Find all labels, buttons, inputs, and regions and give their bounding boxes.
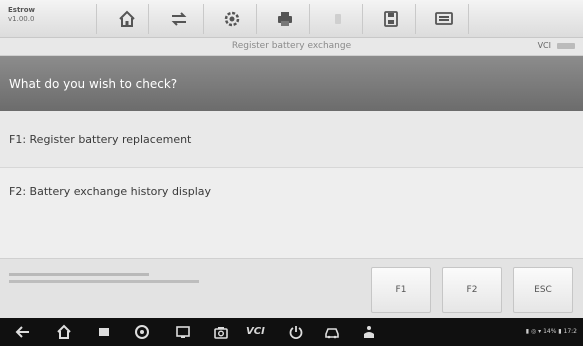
remote-desk-button[interactable]	[360, 323, 378, 341]
f2-button[interactable]: F2	[442, 267, 502, 313]
toolbar-divider	[203, 4, 204, 34]
back-button[interactable]	[14, 323, 32, 341]
vci-signal-icon	[557, 42, 575, 49]
toolbar-divider	[362, 4, 363, 34]
save-icon	[384, 11, 398, 27]
screenshot-button[interactable]	[174, 323, 192, 341]
option-label: F1: Register battery replacement	[9, 133, 192, 146]
brand: Estrow v1.00.0	[8, 6, 35, 24]
vci-shortcut[interactable]: VCI	[246, 326, 265, 337]
vehicle-info	[9, 273, 199, 283]
back-icon	[15, 326, 29, 338]
function-key-bar: F1 F2 ESC	[0, 258, 583, 318]
car-icon	[325, 328, 339, 339]
top-toolbar: Estrow v1.00.0	[0, 0, 583, 38]
print-icon	[278, 12, 292, 26]
car-button[interactable]	[323, 323, 341, 341]
toolbar-divider	[415, 4, 416, 34]
data-logging-icon	[435, 12, 453, 25]
camera-button[interactable]	[212, 323, 230, 341]
recent-apps-icon	[99, 328, 109, 336]
camera-icon	[214, 327, 228, 339]
f1-button[interactable]: F1	[371, 267, 431, 313]
vci-label: VCI	[537, 41, 551, 50]
save-button[interactable]	[372, 2, 410, 36]
recent-apps-button[interactable]	[95, 323, 113, 341]
brand-version: v1.00.0	[8, 15, 35, 23]
toolbar-divider	[96, 4, 97, 34]
settings-icon	[224, 11, 240, 27]
page-title: Register battery exchange	[231, 41, 352, 51]
settings-button[interactable]	[213, 2, 251, 36]
question-text: What do you wish to check?	[9, 77, 178, 91]
toolbar-divider	[148, 4, 149, 34]
data-logging-button[interactable]	[425, 2, 463, 36]
browser-button[interactable]	[133, 323, 151, 341]
toolbar-divider	[256, 4, 257, 34]
toolbar-divider	[468, 4, 469, 34]
power-icon	[289, 326, 303, 339]
screenshot-icon	[176, 326, 190, 338]
title-bar: Register battery exchange VCI	[0, 38, 583, 56]
vci-status: VCI	[538, 41, 575, 50]
home-button[interactable]	[108, 2, 146, 36]
system-nav-bar: VCI ▮ ◎ ▾ 14% ▮ 17:2	[0, 318, 583, 346]
power-button[interactable]	[287, 323, 305, 341]
option-label: F2: Battery exchange history display	[9, 185, 211, 198]
option-register-battery-replacement[interactable]: F1: Register battery replacement	[0, 111, 583, 168]
help-button[interactable]	[319, 2, 357, 36]
home-icon	[119, 10, 135, 27]
question-header: What do you wish to check?	[0, 56, 583, 111]
option-battery-exchange-history[interactable]: F2: Battery exchange history display	[0, 168, 583, 258]
remote-desk-icon	[364, 326, 374, 338]
status-area: ▮ ◎ ▾ 14% ▮ 17:2	[525, 328, 577, 335]
vehicle-swap-icon	[171, 12, 187, 26]
brand-name: Estrow	[8, 6, 36, 14]
home-nav-button[interactable]	[55, 323, 73, 341]
print-button[interactable]	[266, 2, 304, 36]
browser-icon	[135, 325, 149, 339]
toolbar-divider	[309, 4, 310, 34]
vehicle-swap-button[interactable]	[160, 2, 198, 36]
house-icon	[57, 324, 71, 339]
esc-button[interactable]: ESC	[513, 267, 573, 313]
help-icon	[335, 14, 341, 24]
